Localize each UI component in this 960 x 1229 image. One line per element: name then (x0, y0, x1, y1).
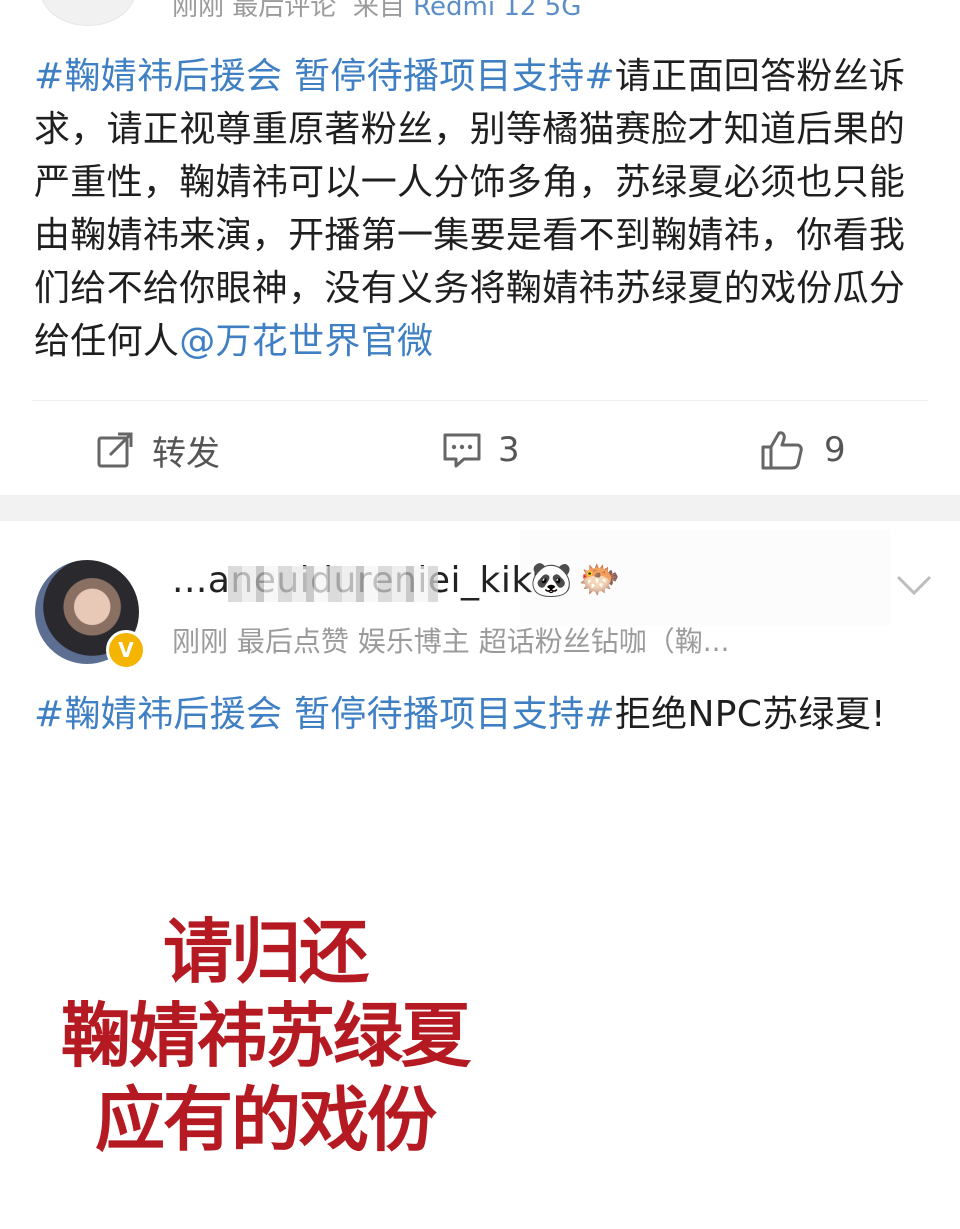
source-prefix: 来自 (352, 0, 405, 22)
repost-label: 转发 (152, 433, 220, 474)
comment-button[interactable]: 3 (442, 425, 520, 475)
comment-icon (442, 431, 482, 469)
divider (32, 400, 928, 401)
image-line: 请归还 (163, 911, 369, 993)
avatar[interactable] (40, 0, 136, 26)
image-line: 鞠婧祎苏绿夏 (61, 995, 471, 1077)
overlay-box (520, 530, 890, 626)
pufferfish-icon: 🐡 (578, 560, 621, 600)
post-text: #鞠婧祎后援会 暂停待播项目支持#拒绝NPC苏绿夏! (34, 688, 924, 741)
mention-link[interactable]: @万花世界官微 (179, 321, 433, 362)
username-mosaic (228, 566, 438, 602)
post-meta: 刚刚 最后评论 来自 Redmi 12 5G (172, 0, 581, 23)
repost-icon (96, 431, 134, 469)
image-line: 应有的戏份 (95, 1079, 437, 1161)
post-meta: 刚刚 最后点赞 娱乐博主 超话粉丝钻咖（鞠... (172, 625, 730, 658)
post-body: 拒绝NPC苏绿夏! (614, 694, 886, 735)
post-image[interactable]: 请归还 鞠婧祎苏绿夏 应有的戏份 (30, 910, 500, 1162)
chevron-down-icon[interactable] (894, 568, 934, 602)
post-time: 刚刚 (172, 0, 225, 22)
thumbs-up-icon (760, 429, 804, 471)
comment-count: 3 (498, 430, 520, 470)
panda-icon: 🐼 (530, 560, 573, 600)
source-device-link[interactable]: Redmi 12 5G (413, 0, 581, 22)
post-last-action: 最后评论 (232, 0, 337, 22)
like-count: 9 (824, 430, 846, 470)
post-separator (0, 495, 960, 521)
repost-button[interactable]: 转发 (96, 425, 220, 475)
post-body: 请正面回答粉丝诉求，请正视尊重原著粉丝，别等橘猫赛脸才知道后果的严重性，鞠婧祎可… (34, 56, 906, 362)
topic-tag-link[interactable]: #鞠婧祎后援会 暂停待播项目支持# (34, 694, 615, 735)
topic-tag-link[interactable]: #鞠婧祎后援会 暂停待播项目支持# (34, 56, 615, 97)
post-text: #鞠婧祎后援会 暂停待播项目支持#请正面回答粉丝诉求，请正视尊重原著粉丝，别等橘… (34, 50, 924, 368)
verified-badge-icon: V (106, 630, 146, 670)
like-button[interactable]: 9 (760, 425, 846, 475)
